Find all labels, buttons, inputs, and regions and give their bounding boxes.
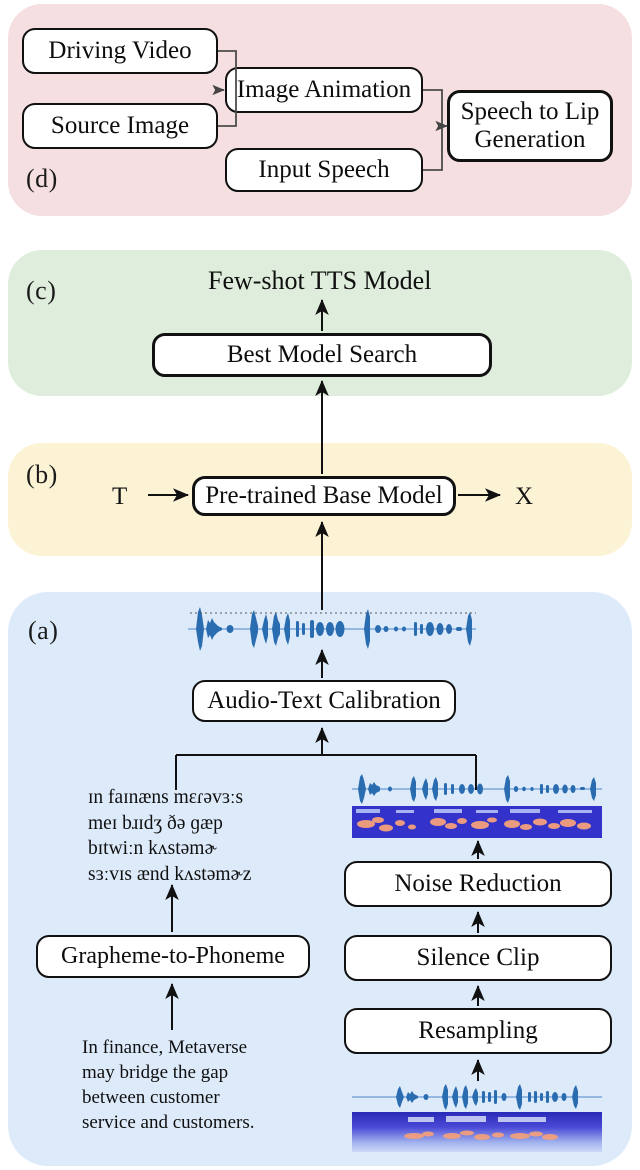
- waveform-denoised-speech: [352, 773, 602, 805]
- source-sentence-text: In finance, Metaverse may bridge the gap…: [82, 1037, 255, 1134]
- node-audio-text-calibration-label: Audio-Text Calibration: [207, 687, 441, 714]
- node-pre-trained-base-model-label: Pre-trained Base Model: [205, 482, 443, 509]
- node-noise-reduction[interactable]: Noise Reduction: [344, 861, 612, 907]
- node-source-image[interactable]: Source Image: [22, 103, 218, 149]
- node-speech-to-lip-generation[interactable]: Speech to Lip Generation: [447, 90, 613, 162]
- node-driving-video[interactable]: Driving Video: [22, 28, 218, 74]
- node-silence-clip[interactable]: Silence Clip: [344, 935, 612, 981]
- panel-b-label: (b): [26, 460, 58, 489]
- node-audio-text-calibration[interactable]: Audio-Text Calibration: [192, 680, 456, 722]
- node-grapheme-to-phoneme-label: Grapheme-to-Phoneme: [61, 943, 285, 970]
- node-source-image-label: Source Image: [50, 112, 190, 139]
- node-resampling[interactable]: Resampling: [344, 1008, 612, 1054]
- panel-b-input-symbol: T: [112, 483, 128, 510]
- node-image-animation-label: Image Animation: [236, 76, 412, 103]
- panel-b-output-symbol: X: [515, 483, 534, 510]
- waveform-top-dotted-guide: [190, 602, 476, 614]
- phoneme-transcription-text: ɪn faɪnæns mɛɾəvɜːs meɪ bɹɪdʒ ðə ɡæp bɪt…: [88, 787, 252, 886]
- panel-d-label: (d): [26, 164, 58, 193]
- node-pre-trained-base-model[interactable]: Pre-trained Base Model: [192, 476, 456, 516]
- panel-a-label: (a): [28, 616, 59, 645]
- node-silence-clip-label: Silence Clip: [416, 944, 540, 971]
- node-image-animation[interactable]: Image Animation: [225, 67, 423, 113]
- node-noise-reduction-label: Noise Reduction: [394, 870, 562, 897]
- node-grapheme-to-phoneme[interactable]: Grapheme-to-Phoneme: [36, 935, 310, 978]
- node-best-model-search[interactable]: Best Model Search: [152, 333, 492, 377]
- node-speech-to-lip-generation-label: Speech to Lip Generation: [460, 98, 600, 153]
- spectrogram-denoised-speech: [352, 806, 602, 838]
- figure-canvas: (d) Driving Video Source Image Image Ani…: [0, 0, 640, 1170]
- waveform-raw-speech: [352, 1083, 602, 1111]
- spectrogram-raw-speech: [352, 1112, 602, 1152]
- node-input-speech-label: Input Speech: [258, 156, 390, 183]
- node-input-speech[interactable]: Input Speech: [225, 148, 423, 192]
- few-shot-tts-model-output-title: Few-shot TTS Model: [208, 266, 432, 295]
- panel-c-label: (c): [26, 276, 57, 305]
- node-best-model-search-label: Best Model Search: [226, 341, 418, 368]
- node-driving-video-label: Driving Video: [48, 37, 192, 64]
- node-resampling-label: Resampling: [418, 1017, 538, 1044]
